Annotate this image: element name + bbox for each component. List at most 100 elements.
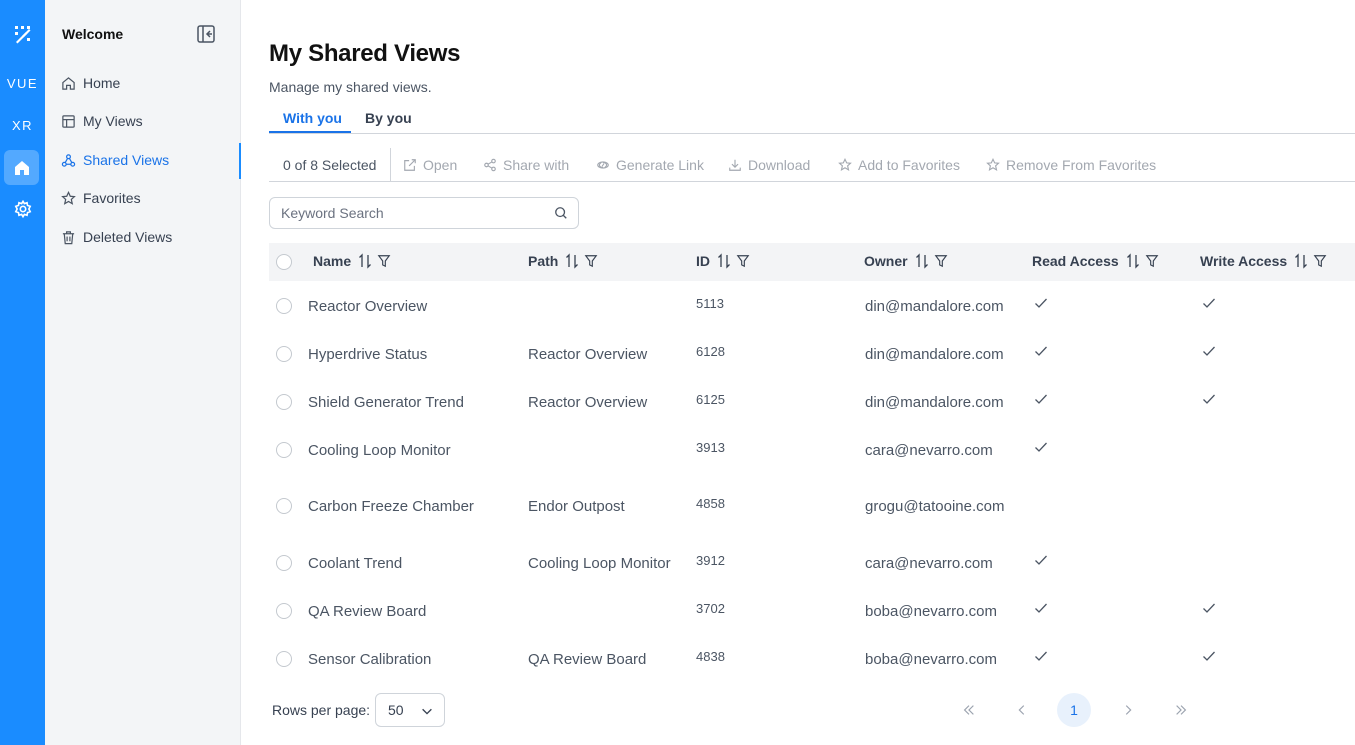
tab-with-you[interactable]: With you: [283, 110, 342, 126]
cell-owner: boba@nevarro.com: [865, 651, 997, 668]
cell-path: Endor Outpost: [528, 498, 625, 515]
rows-per-page-value: 50: [388, 702, 404, 718]
last-page-button[interactable]: [1164, 693, 1198, 727]
read-access-check-icon: [1033, 295, 1049, 316]
nav-item-deleted-views[interactable]: Deleted Views: [61, 226, 172, 248]
cell-name: Hyperdrive Status: [308, 346, 428, 363]
vue-button[interactable]: VUE: [0, 63, 45, 103]
row-checkbox[interactable]: [276, 498, 292, 514]
row-checkbox[interactable]: [276, 346, 292, 362]
xr-button[interactable]: XR: [0, 105, 45, 145]
sort-icon[interactable]: [1125, 253, 1141, 269]
nav-item-shared-views[interactable]: Shared Views: [61, 149, 169, 171]
cell-path: Reactor Overview: [528, 394, 648, 411]
nav-item-home[interactable]: Home: [61, 72, 120, 94]
select-all-checkbox[interactable]: [276, 254, 292, 270]
first-page-button[interactable]: [952, 693, 986, 727]
star-icon: [838, 158, 852, 171]
row-checkbox[interactable]: [276, 298, 292, 314]
double-chevron-right-icon: [1176, 705, 1187, 715]
search-icon[interactable]: [554, 206, 568, 220]
column-header-owner: Owner: [864, 253, 952, 269]
nav-item-my-views[interactable]: My Views: [61, 110, 143, 132]
gear-icon: [14, 200, 31, 218]
add-to-favorites-button[interactable]: Add to Favorites: [838, 157, 960, 173]
row-checkbox[interactable]: [276, 603, 292, 619]
read-access-check-icon: [1033, 648, 1049, 669]
nav-item-label: My Views: [83, 113, 143, 129]
filter-icon[interactable]: [934, 254, 948, 268]
row-checkbox[interactable]: [276, 394, 292, 410]
trash-icon: [62, 230, 75, 244]
cell-owner: din@mandalore.com: [865, 394, 1004, 411]
cell-name: Carbon Freeze Chamber: [308, 498, 474, 515]
cell-name: Shield Generator Trend: [308, 394, 464, 411]
home-icon: [14, 160, 29, 175]
cell-id: 6125: [696, 392, 725, 407]
read-access-check-icon: [1033, 552, 1049, 573]
selection-count: 0 of 8 Selected: [283, 157, 377, 173]
read-access-check-icon: [1033, 600, 1049, 621]
page-button-current[interactable]: 1: [1057, 693, 1091, 727]
cell-name: QA Review Board: [308, 603, 427, 620]
remove-from-favorites-button[interactable]: Remove From Favorites: [986, 157, 1156, 173]
filter-icon[interactable]: [584, 254, 598, 268]
share-with-label: Share with: [503, 157, 570, 173]
toolbar-divider: [390, 148, 391, 182]
cell-owner: boba@nevarro.com: [865, 603, 997, 620]
column-header-id: ID: [696, 253, 754, 269]
rows-per-page-select[interactable]: 50: [375, 693, 445, 727]
chevron-left-icon: [1018, 705, 1025, 715]
share-with-button[interactable]: Share with: [483, 157, 569, 173]
next-page-button[interactable]: [1111, 693, 1145, 727]
row-checkbox[interactable]: [276, 651, 292, 667]
sort-icon[interactable]: [564, 253, 580, 269]
sort-icon[interactable]: [1293, 253, 1309, 269]
prev-page-button[interactable]: [1005, 693, 1039, 727]
cell-owner: din@mandalore.com: [865, 298, 1004, 315]
filter-icon[interactable]: [1313, 254, 1327, 268]
cell-id: 4858: [696, 496, 725, 511]
tab-by-you[interactable]: By you: [365, 110, 412, 126]
table-header: Name Path ID Owner Read Access Write Acc…: [269, 243, 1355, 281]
cell-id: 5113: [696, 296, 724, 311]
row-checkbox[interactable]: [276, 555, 292, 571]
column-header-path: Path: [528, 253, 602, 269]
column-header-write-access: Write Access: [1200, 253, 1331, 269]
nav-item-favorites[interactable]: Favorites: [61, 187, 141, 209]
collapse-sidebar-button[interactable]: [196, 24, 216, 44]
sort-icon[interactable]: [357, 253, 373, 269]
cell-id: 3702: [696, 601, 725, 616]
cell-name: Cooling Loop Monitor: [308, 442, 451, 459]
home-rail-button[interactable]: [4, 150, 39, 185]
column-header-read-access: Read Access: [1032, 253, 1163, 269]
cell-id: 3913: [696, 440, 725, 455]
cell-name: Coolant Trend: [308, 555, 403, 572]
sort-icon[interactable]: [914, 253, 930, 269]
settings-rail-button[interactable]: [0, 189, 45, 229]
side-nav: Welcome Home My Views Shared Views Favor…: [45, 0, 241, 745]
page-title: My Shared Views: [269, 40, 461, 67]
generate-link-button[interactable]: Generate Link: [596, 157, 704, 173]
write-access-check-icon: [1201, 600, 1217, 621]
cell-owner: cara@nevarro.com: [865, 442, 993, 459]
read-access-check-icon: [1033, 343, 1049, 364]
filter-icon[interactable]: [736, 254, 750, 268]
cell-owner: cara@nevarro.com: [865, 555, 993, 572]
write-access-check-icon: [1201, 295, 1217, 316]
download-button[interactable]: Download: [728, 157, 810, 173]
open-button[interactable]: Open: [403, 157, 457, 173]
sort-icon[interactable]: [716, 253, 732, 269]
filter-icon[interactable]: [377, 254, 391, 268]
nav-title: Welcome: [62, 26, 124, 42]
home-icon: [62, 76, 75, 90]
cell-id: 3912: [696, 553, 725, 568]
nav-item-label: Shared Views: [83, 152, 170, 168]
generate-link-label: Generate Link: [616, 157, 704, 173]
cell-owner: din@mandalore.com: [865, 346, 1004, 363]
row-checkbox[interactable]: [276, 442, 292, 458]
filter-icon[interactable]: [1145, 254, 1159, 268]
double-chevron-left-icon: [963, 705, 974, 715]
logo-icon[interactable]: [0, 14, 45, 54]
search-input[interactable]: [281, 205, 541, 221]
